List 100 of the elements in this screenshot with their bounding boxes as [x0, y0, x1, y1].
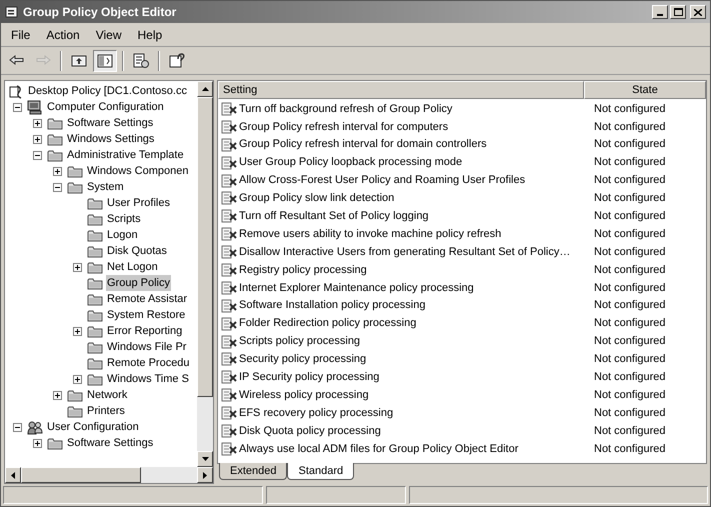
tree-item[interactable]: Error Reporting: [106, 322, 184, 340]
tree-item[interactable]: Group Policy: [106, 274, 171, 292]
folder-icon: [87, 356, 103, 370]
tree-item[interactable]: Computer Configuration: [46, 98, 165, 116]
tree-item[interactable]: Remote Assistar: [106, 290, 188, 308]
collapse-icon[interactable]: [33, 150, 42, 160]
setting-name[interactable]: Scripts policy processing: [239, 333, 360, 350]
setting-state: Not configured: [593, 191, 667, 206]
tree-item[interactable]: Administrative Template: [66, 146, 185, 164]
setting-name[interactable]: Group Policy refresh interval for computers: [239, 118, 448, 136]
tree-item[interactable]: Disk Quotas: [106, 242, 168, 260]
tree-item[interactable]: Scripts: [106, 210, 142, 228]
expand-icon[interactable]: [53, 390, 62, 400]
scroll-thumb[interactable]: [21, 467, 141, 483]
folder-icon: [47, 148, 63, 162]
tree-item[interactable]: Software Settings: [66, 434, 154, 452]
expand-icon[interactable]: [73, 326, 82, 336]
expand-icon[interactable]: [33, 438, 42, 448]
setting-name[interactable]: Registry policy processing: [239, 262, 367, 278]
scroll-thumb[interactable]: [197, 97, 213, 397]
maximize-button[interactable]: [670, 5, 686, 19]
tab[interactable]: Extended: [219, 463, 288, 480]
policy-setting-icon: [221, 424, 237, 438]
setting-name[interactable]: Internet Explorer Maintenance policy processing: [239, 280, 474, 296]
scroll-right-button[interactable]: [197, 467, 213, 483]
setting-name[interactable]: Turn off background refresh of Group Policy: [239, 100, 452, 118]
policy-setting-icon: [221, 388, 237, 402]
tree-item[interactable]: Windows Settings: [66, 130, 156, 148]
setting-name[interactable]: IP Security policy processing: [239, 369, 380, 386]
tree-item[interactable]: Remote Procedu: [106, 354, 191, 372]
setting-name[interactable]: Group Policy slow link detection: [239, 190, 394, 207]
tree-item[interactable]: Net Logon: [106, 258, 159, 276]
setting-name[interactable]: Turn off Resultant Set of Policy logging: [239, 208, 429, 225]
setting-name[interactable]: Always use local ADM files for Group Policy Object Editor: [239, 440, 518, 458]
app-icon: [5, 5, 19, 19]
setting-state: Not configured: [593, 226, 667, 242]
setting-state: Not configured: [593, 298, 667, 314]
scroll-down-button[interactable]: [197, 451, 213, 467]
menu-item[interactable]: Action: [40, 26, 86, 44]
setting-state: Not configured: [593, 280, 667, 296]
minimize-button[interactable]: [652, 5, 668, 19]
collapse-icon[interactable]: [13, 102, 22, 112]
setting-name[interactable]: EFS recovery policy processing: [239, 404, 394, 422]
policy-setting-icon: [221, 334, 237, 349]
setting-name[interactable]: Disk Quota policy processing: [239, 422, 381, 440]
setting-state: Not configured: [593, 209, 667, 224]
folder-icon: [47, 116, 63, 130]
menu-item[interactable]: Help: [132, 26, 168, 44]
close-button[interactable]: [690, 5, 706, 19]
collapse-icon[interactable]: [53, 182, 62, 192]
tab[interactable]: Standard: [287, 463, 354, 480]
policy-setting-icon: [221, 280, 237, 295]
column-header[interactable]: Setting: [218, 81, 584, 99]
tree-item[interactable]: Network: [86, 386, 128, 404]
collapse-icon[interactable]: [13, 422, 22, 432]
policy-setting-icon: [221, 174, 237, 188]
vertical-scrollbar[interactable]: [197, 81, 213, 467]
tree-item[interactable]: Printers: [86, 402, 126, 420]
down-arrow-icon: [202, 457, 208, 461]
tree-item[interactable]: User Profiles: [106, 194, 171, 212]
tree-item[interactable]: Desktop Policy [DC1.Contoso.cc: [27, 82, 188, 100]
left-arrow-icon: [11, 472, 15, 478]
expand-icon[interactable]: [73, 374, 82, 384]
setting-name[interactable]: User Group Policy loopback processing mode: [239, 154, 462, 171]
setting-name[interactable]: Group Policy refresh interval for domain controllers: [239, 136, 487, 153]
setting-name[interactable]: Wireless policy processing: [239, 386, 369, 404]
policy-setting-icon: [221, 191, 237, 206]
tree-pane-button[interactable]: [93, 50, 117, 72]
setting-state: Not configured: [593, 334, 667, 350]
setting-name[interactable]: Remove users ability to invoke machine policy refresh: [239, 226, 502, 242]
folder-icon: [87, 340, 103, 354]
scroll-up-button[interactable]: [197, 81, 213, 97]
expand-icon[interactable]: [53, 166, 62, 176]
up-arrow-icon: [202, 87, 208, 91]
policy-setting-icon: [221, 102, 237, 116]
setting-name[interactable]: Disallow Interactive Users from generating Resultant Set of Policy…: [239, 244, 570, 260]
tree-item[interactable]: System Restore: [106, 306, 186, 324]
tree-item[interactable]: User Configuration: [46, 418, 140, 436]
setting-name[interactable]: Software Installation policy processing: [239, 297, 426, 314]
tree-item[interactable]: Logon: [106, 226, 139, 244]
expand-icon[interactable]: [33, 118, 42, 128]
setting-name[interactable]: Allow Cross-Forest User Policy and Roaming User Profiles: [239, 172, 526, 189]
expand-icon[interactable]: [33, 134, 42, 144]
tree-item[interactable]: Software Settings: [66, 114, 154, 132]
expand-icon[interactable]: [73, 262, 82, 272]
tree-item[interactable]: Windows File Pr: [106, 338, 188, 356]
setting-state: Not configured: [593, 173, 667, 188]
horizontal-scrollbar[interactable]: [5, 467, 213, 483]
tree-item[interactable]: Windows Time S: [106, 370, 190, 388]
setting-name[interactable]: Security policy processing: [239, 351, 366, 368]
menu-item[interactable]: View: [90, 26, 128, 44]
scroll-left-button[interactable]: [5, 467, 21, 483]
setting-name[interactable]: Folder Redirection policy processing: [239, 315, 416, 332]
column-header[interactable]: State: [584, 81, 706, 99]
menu-item[interactable]: File: [5, 26, 36, 44]
setting-state: Not configured: [593, 352, 667, 368]
tree-item[interactable]: Windows Componen: [86, 162, 190, 180]
setting-state: Not configured: [593, 155, 667, 170]
tree-item[interactable]: System: [86, 178, 125, 196]
setting-state: Not configured: [593, 388, 667, 403]
